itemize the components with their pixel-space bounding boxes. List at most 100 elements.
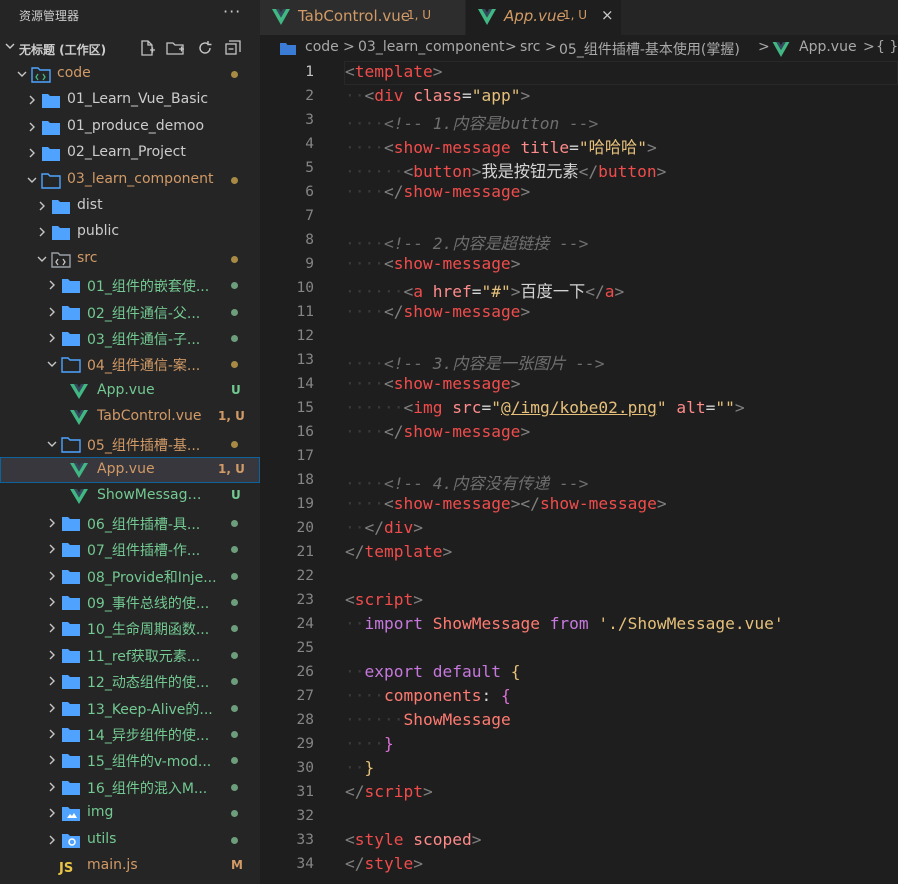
tab-tabcontrol-vue[interactable]: TabControl.vue 1, U [260,0,465,35]
tree-file[interactable]: JS main.js M [0,853,260,879]
workspace-section-header[interactable]: 无标题 (工作区) [0,35,260,61]
tree-file[interactable]: TabControl.vue 1, U [0,404,260,430]
tree-folder[interactable]: 07_组件插槽-作... [0,536,260,562]
code-line[interactable]: ····<show-message title="哈哈哈"> [345,134,657,158]
chevron-right-icon[interactable] [46,622,58,634]
chevron-right-icon[interactable] [46,834,58,846]
chevron-right-icon[interactable] [46,675,58,687]
chevron-right-icon[interactable] [46,754,58,766]
chevron-down-icon[interactable] [16,68,28,80]
tree-folder[interactable]: 13_Keep-Alive的... [0,695,260,721]
tree-folder[interactable]: img [0,800,260,826]
chevron-down-icon[interactable] [46,358,58,370]
code-line[interactable]: ··<div class="app"> [345,86,530,105]
chevron-right-icon[interactable] [46,332,58,344]
tree-folder[interactable]: 02_Learn_Project [0,140,260,166]
breadcrumb-item[interactable]: src [520,39,540,55]
tree-folder[interactable]: utils [0,827,260,853]
code-line[interactable]: ····<!-- 4.内容没有传递 --> [345,470,588,494]
code-line[interactable]: ····} [345,734,394,753]
new-file-icon[interactable] [138,39,156,57]
code-line[interactable]: </style> [345,854,423,873]
breadcrumb-item[interactable]: App.vue [799,39,857,55]
chevron-right-icon[interactable] [46,781,58,793]
tree-folder[interactable]: 12_动态组件的使... [0,668,260,694]
chevron-right-icon[interactable] [46,279,58,291]
chevron-right-icon[interactable] [46,807,58,819]
tree-folder[interactable]: 02_组件通信-父... [0,299,260,325]
chevron-right-icon[interactable] [46,306,58,318]
chevron-right-icon[interactable] [46,596,58,608]
tab-app-vue[interactable]: App.vue 1, U × [466,0,621,35]
breadcrumb-item[interactable]: 05_组件插槽-基本使用(掌握) [559,39,740,59]
tree-folder[interactable]: 04_组件通信-案... [0,351,260,377]
tree-folder[interactable]: 01_组件的嵌套使... [0,272,260,298]
code-line[interactable]: ····<show-message></show-message> [345,494,667,513]
tree-folder[interactable]: 03_learn_component [0,167,260,193]
code-line[interactable]: ······<button>我是按钮元素</button> [345,158,666,182]
tree-file[interactable]: App.vue U [0,378,260,404]
chevron-right-icon[interactable] [26,147,38,159]
code-line[interactable]: <script> [345,590,423,609]
tree-folder[interactable]: 16_组件的混入M... [0,774,260,800]
tree-folder[interactable]: 14_异步组件的使... [0,721,260,747]
code-line[interactable]: <template> [345,62,442,81]
code-line[interactable]: ······<a href="#">百度一下</a> [345,278,624,302]
code-line[interactable]: ····</show-message> [345,422,530,441]
tree-folder[interactable]: 11_ref获取元素... [0,642,260,668]
code-line[interactable]: ····components: { [345,686,511,705]
code-line[interactable]: ····<show-message> [345,254,520,273]
code-line[interactable]: <style scoped> [345,830,481,849]
code-line[interactable]: ··export default { [345,662,520,681]
tree-folder[interactable]: 03_组件通信-子... [0,325,260,351]
tree-folder[interactable]: 15_组件的v-mod... [0,747,260,773]
tree-file[interactable]: ShowMessage.v... U [0,483,260,509]
code-line[interactable]: ····</show-message> [345,182,530,201]
code-line[interactable]: ··} [345,758,374,777]
tree-folder[interactable]: 01_produce_demoo [0,114,260,140]
chevron-down-icon[interactable] [26,174,38,186]
code-line[interactable]: ····<!-- 1.内容是button --> [345,110,598,134]
breadcrumb-item[interactable]: { } [876,39,898,55]
collapse-all-icon[interactable] [224,39,242,57]
tree-folder[interactable]: 09_事件总线的使... [0,589,260,615]
chevron-right-icon[interactable] [46,702,58,714]
chevron-right-icon[interactable] [26,94,38,106]
chevron-right-icon[interactable] [46,728,58,740]
code-line[interactable]: ······ShowMessage [345,710,511,729]
chevron-down-icon[interactable] [46,438,58,450]
breadcrumb-item[interactable]: 03_learn_component [358,39,504,55]
chevron-right-icon[interactable] [46,570,58,582]
tree-folder[interactable]: 01_Learn_Vue_Basic [0,87,260,113]
chevron-right-icon[interactable] [46,543,58,555]
new-folder-icon[interactable] [166,39,186,57]
chevron-right-icon[interactable] [46,517,58,529]
tree-folder[interactable]: dist [0,193,260,219]
tree-folder[interactable]: 05_组件插槽-基... [0,431,260,457]
code-line[interactable]: ····</show-message> [345,302,530,321]
chevron-right-icon[interactable] [36,226,48,238]
refresh-icon[interactable] [196,39,214,57]
tree-folder[interactable]: 06_组件插槽-具... [0,510,260,536]
tree-folder[interactable]: src [0,246,260,272]
chevron-right-icon[interactable] [46,649,58,661]
tree-folder[interactable]: public [0,219,260,245]
close-icon[interactable]: × [601,6,614,24]
chevron-down-icon[interactable] [36,253,48,265]
chevron-right-icon[interactable] [36,200,48,212]
chevron-right-icon[interactable] [26,121,38,133]
tree-folder[interactable]: 08_Provide和Inje... [0,563,260,589]
code-line[interactable]: ····<!-- 3.内容是一张图片 --> [345,350,605,374]
code-line[interactable]: ······<img src="@/img/kobe02.png" alt=""… [345,398,745,417]
code-line[interactable]: ····<show-message> [345,374,520,393]
code-editor[interactable]: 1 <template> 2 ··<div class="app"> 3 ····<!--… [260,61,898,884]
tree-folder[interactable]: 10_生命周期函数... [0,615,260,641]
code-line[interactable]: ··import ShowMessage from './ShowMessage… [345,614,784,633]
code-line[interactable]: </script> [345,782,433,801]
breadcrumb-item[interactable]: code [305,39,339,55]
more-actions-icon[interactable]: ··· [223,2,241,21]
tree-folder[interactable]: code [0,61,260,87]
code-line[interactable]: ····<!-- 2.内容是超链接 --> [345,230,588,254]
code-line[interactable]: </template> [345,542,452,561]
tree-file[interactable]: App.vue 1, U [0,457,260,484]
